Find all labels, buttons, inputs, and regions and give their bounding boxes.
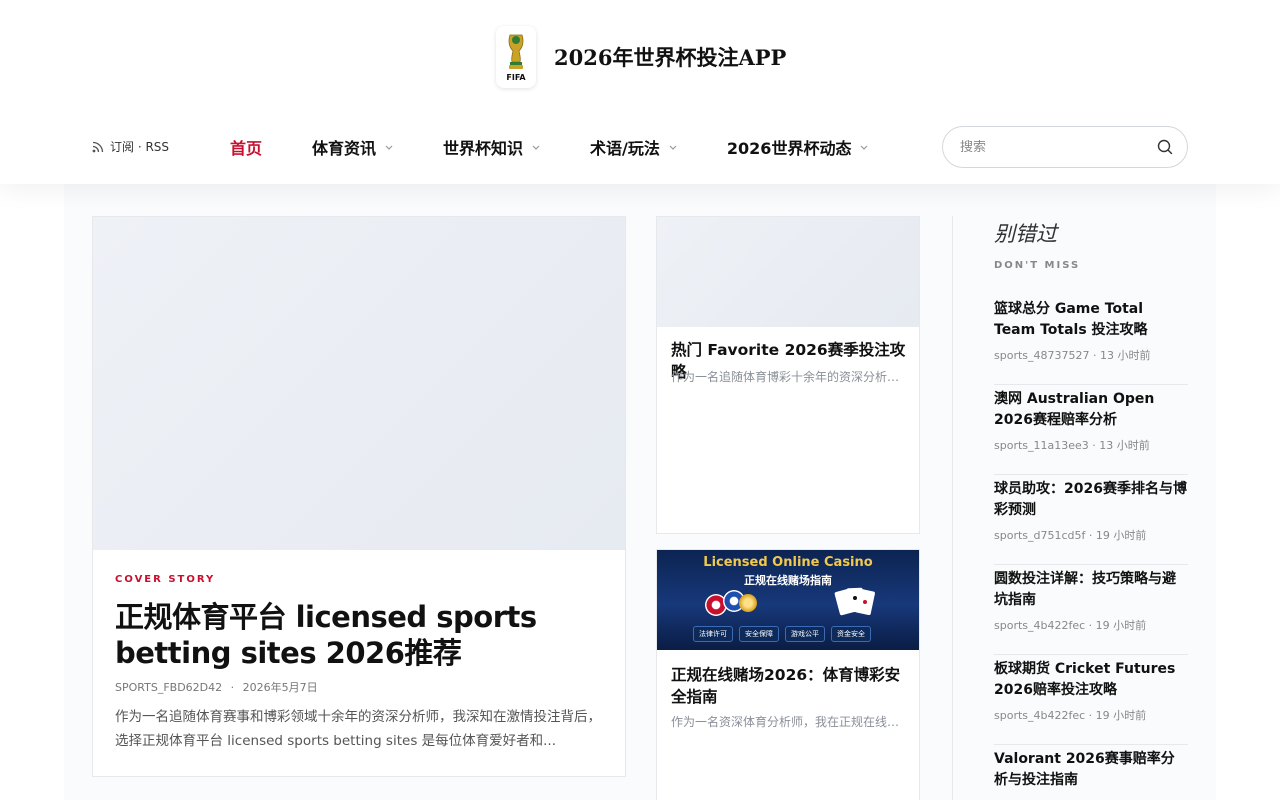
- sidebar-divider: [952, 216, 953, 800]
- dont-miss-sidebar: 别错过 DON'T MISS 篮球总分 Game Total Team Tota…: [994, 218, 1188, 800]
- playing-cards-icon: [834, 587, 875, 616]
- banner-badge: 法律许可: [693, 626, 733, 642]
- page: FIFA 2026年世界杯投注APP 订阅 · RSS 首页 体育资讯 世界杯知…: [0, 0, 1280, 800]
- rss-label: 订阅 · RSS: [110, 140, 170, 154]
- banner-badge: 资金安全: [831, 626, 871, 642]
- list-item[interactable]: 球员助攻：2026赛季排名与博彩预测 sports_d751cd5f · 19 …: [994, 475, 1188, 565]
- cover-story-date: 2026年5月7日: [242, 681, 318, 694]
- nav-item-worldcup-knowledge[interactable]: 世界杯知识: [443, 135, 540, 159]
- nav-item-label: 首页: [230, 139, 263, 158]
- chevron-down-icon: [532, 145, 540, 150]
- sidebar-list: 篮球总分 Game Total Team Totals 投注攻略 sports_…: [994, 295, 1188, 800]
- chevron-down-icon: [385, 145, 393, 150]
- banner-badges: 法律许可 安全保障 游戏公平 资金安全: [693, 626, 877, 642]
- chevron-down-icon: [861, 145, 868, 150]
- rss-link[interactable]: 订阅 · RSS: [92, 138, 169, 155]
- cover-story-title[interactable]: 正规体育平台 licensed sports betting sites 202…: [115, 599, 595, 671]
- search-box: [942, 126, 1188, 168]
- nav-item-home[interactable]: 首页: [230, 135, 262, 159]
- cover-story-image[interactable]: [93, 217, 625, 550]
- side-story-image[interactable]: [657, 217, 919, 327]
- list-item[interactable]: 板球期货 Cricket Futures 2026赔率投注攻略 sports_4…: [994, 655, 1188, 745]
- list-item-meta: sports_48737527 · 13 小时前: [994, 349, 1151, 362]
- list-item-title[interactable]: 澳网 Australian Open 2026赛程赔率分析: [994, 389, 1188, 431]
- banner-badge: 安全保障: [739, 626, 779, 642]
- cover-story-excerpt: 作为一名追随体育赛事和博彩领域十余年的资深分析师，我深知在激情投注背后，选择正规…: [115, 709, 601, 749]
- side-story-excerpt: 作为一名资深体育分析师，我在正规在线赌场...: [671, 715, 901, 729]
- rss-icon: [92, 141, 104, 152]
- list-item[interactable]: 圆数投注详解：技巧策略与避坑指南 sports_4b422fec · 19 小时…: [994, 565, 1188, 655]
- nav-item-worldcup-news[interactable]: 2026世界杯动态: [727, 135, 869, 159]
- list-item-title[interactable]: Valorant 2026赛事赔率分析与投注指南: [994, 749, 1188, 791]
- casino-banner-image[interactable]: Licensed Online Casino 正规在线赌场指南 法律许可 安全保…: [657, 550, 919, 650]
- banner-title-cn: 正规在线赌场指南: [744, 574, 832, 587]
- gold-coin-icon: [739, 594, 757, 612]
- sidebar-subheading: DON'T MISS: [994, 260, 1081, 271]
- list-item-meta: sports_4b422fec · 19 小时前: [994, 709, 1147, 722]
- side-story-excerpt: 作为一名追随体育博彩十余年的资深分析师...: [671, 370, 901, 384]
- nav-item-label: 体育资讯: [312, 139, 377, 158]
- trophy-logo-icon[interactable]: FIFA: [496, 26, 536, 88]
- list-item-title[interactable]: 球员助攻：2026赛季排名与博彩预测: [994, 479, 1188, 521]
- cover-story-kicker: COVER STORY: [115, 574, 216, 585]
- nav-item-terms-gameplay[interactable]: 术语/玩法: [590, 135, 677, 159]
- list-item-title[interactable]: 板球期货 Cricket Futures 2026赔率投注攻略: [994, 659, 1188, 701]
- cover-story-card[interactable]: COVER STORY 正规体育平台 licensed sports betti…: [92, 216, 626, 777]
- list-item-meta: sports_11a13ee3 · 13 小时前: [994, 439, 1150, 452]
- cover-story-author[interactable]: SPORTS_FBD62D42: [115, 681, 222, 694]
- banner-title-en: Licensed Online Casino: [703, 555, 873, 570]
- sidebar-heading: 别错过: [994, 222, 1057, 246]
- nav-item-label: 世界杯知识: [443, 139, 524, 158]
- side-story-card[interactable]: 热门 Favorite 2026赛季投注攻略 作为一名追随体育博彩十余年的资深分…: [656, 216, 920, 534]
- nav-item-label: 术语/玩法: [590, 139, 660, 158]
- list-item-title[interactable]: 篮球总分 Game Total Team Totals 投注攻略: [994, 299, 1188, 341]
- nav-item-label: 2026世界杯动态: [726, 139, 852, 158]
- search-icon[interactable]: [1157, 139, 1173, 155]
- banner-badge: 游戏公平: [785, 626, 825, 642]
- site-header: FIFA 2026年世界杯投注APP 订阅 · RSS 首页 体育资讯 世界杯知…: [0, 0, 1280, 184]
- meta-separator: ·: [230, 681, 235, 694]
- brand[interactable]: FIFA 2026年世界杯投注APP: [496, 26, 786, 88]
- site-title[interactable]: 2026年世界杯投注APP: [554, 42, 786, 72]
- list-item[interactable]: 澳网 Australian Open 2026赛程赔率分析 sports_11a…: [994, 385, 1188, 475]
- list-item-title[interactable]: 圆数投注详解：技巧策略与避坑指南: [994, 569, 1188, 611]
- side-story-title[interactable]: 正规在线赌场2026：体育博彩安全指南: [671, 664, 909, 708]
- list-item[interactable]: 篮球总分 Game Total Team Totals 投注攻略 sports_…: [994, 295, 1188, 385]
- side-story-card[interactable]: Licensed Online Casino 正规在线赌场指南 法律许可 安全保…: [656, 549, 920, 800]
- nav-item-sports-news[interactable]: 体育资讯: [312, 135, 393, 159]
- chevron-down-icon: [669, 145, 677, 150]
- list-item-meta: sports_d751cd5f · 19 小时前: [994, 529, 1147, 542]
- list-item[interactable]: Valorant 2026赛事赔率分析与投注指南: [994, 745, 1188, 800]
- logo-label: FIFA: [506, 72, 526, 82]
- list-item-meta: sports_4b422fec · 19 小时前: [994, 619, 1147, 632]
- search-input[interactable]: [960, 139, 1157, 155]
- cover-story-meta: SPORTS_FBD62D42 · 2026年5月7日: [115, 679, 318, 695]
- main-nav: 首页 体育资讯 世界杯知识 术语/玩法 2026世界杯动态: [230, 132, 918, 162]
